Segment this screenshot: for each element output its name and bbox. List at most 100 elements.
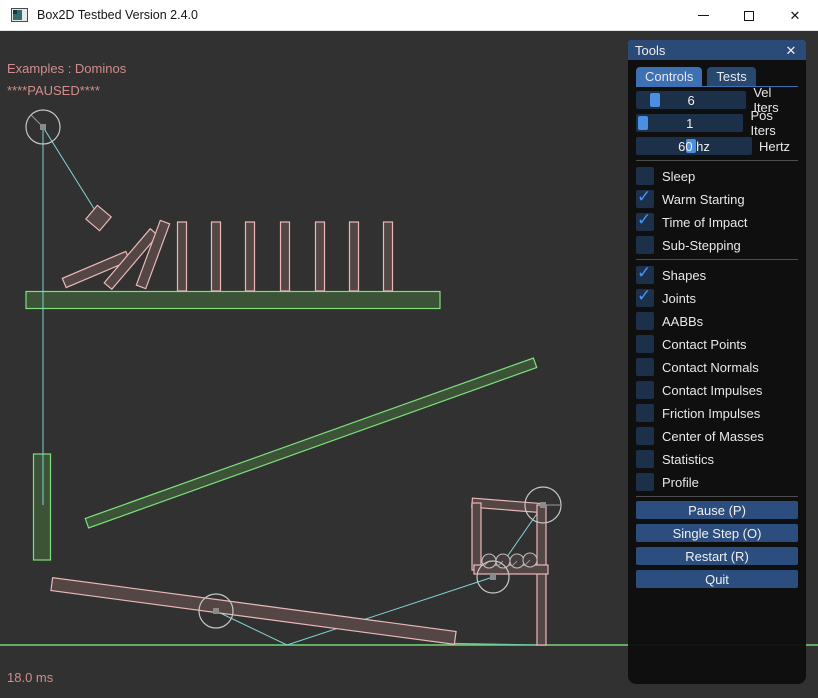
pos-iters-slider[interactable]: 1 [636,114,743,132]
checkbox-label: Statistics [662,452,714,467]
cradle-frame[interactable] [472,498,548,645]
checkbox-box[interactable]: ✓ [636,236,654,254]
single-step-button[interactable]: Single Step (O) [636,524,798,542]
checkbox-warm-starting[interactable]: ✓ Warm Starting [636,190,798,208]
slider-row-hertz: 60 hz Hertz [636,137,798,155]
close-button[interactable]: ✕ [772,0,818,31]
checkbox-box[interactable]: ✓ [636,404,654,422]
checkbox-box[interactable]: ✓ [636,335,654,353]
checkbox-box[interactable]: ✓ [636,213,654,231]
checkbox-profile[interactable]: ✓ Profile [636,473,798,491]
upright-domino[interactable] [246,222,255,291]
checkbox-time-of-impact[interactable]: ✓ Time of Impact [636,213,798,231]
tools-panel-body: Controls Tests 6 Vel Iters 1 Pos Iters [628,60,806,588]
window-titlebar[interactable]: Box2D Testbed Version 2.4.0 ✕ [0,0,818,31]
upright-domino[interactable] [316,222,325,291]
slider-label: Hertz [759,139,790,154]
window-controls: ✕ [680,0,818,31]
joint-line [43,127,98,215]
checkbox-label: Contact Impulses [662,383,762,398]
tools-panel: Tools ✕ Controls Tests 6 Vel Iters 1 [628,40,806,684]
checkbox-box[interactable]: ✓ [636,381,654,399]
upright-domino[interactable] [384,222,393,291]
upright-domino[interactable] [350,222,359,291]
vertical-green-block[interactable] [34,454,51,560]
app-icon [11,8,28,22]
slider-value: 1 [636,116,743,131]
checkbox-center-of-masses[interactable]: ✓ Center of Masses [636,427,798,445]
checkbox-contact-impulses[interactable]: ✓ Contact Impulses [636,381,798,399]
checkbox-box[interactable]: ✓ [636,266,654,284]
tab-tests[interactable]: Tests [707,67,755,86]
upright-domino[interactable] [281,222,290,291]
checkbox-aabbs[interactable]: ✓ AABBs [636,312,798,330]
checkbox-label: Contact Points [662,337,747,352]
checkbox-label: Sleep [662,169,695,184]
joint-anchor [540,502,546,508]
check-icon: ✓ [637,187,651,207]
domino-platform[interactable] [26,292,440,309]
hertz-slider[interactable]: 60 hz [636,137,752,155]
checkbox-box[interactable]: ✓ [636,312,654,330]
slider-row-pos-iters: 1 Pos Iters [636,114,798,132]
checkbox-label: Shapes [662,268,706,283]
quit-button[interactable]: Quit [636,570,798,588]
checkbox-contact-normals[interactable]: ✓ Contact Normals [636,358,798,376]
maximize-icon [744,11,754,21]
separator [636,496,798,497]
upright-domino[interactable] [178,222,187,291]
close-icon: ✕ [790,9,801,22]
check-icon: ✓ [637,210,651,230]
checkbox-label: Sub-Stepping [662,238,741,253]
checkbox-friction-impulses[interactable]: ✓ Friction Impulses [636,404,798,422]
maximize-button[interactable] [726,0,772,31]
pendulum-box[interactable] [86,205,111,230]
example-label: Examples : Dominos [7,61,126,76]
checkbox-label: Contact Normals [662,360,759,375]
minimize-button[interactable] [680,0,726,31]
checkbox-sleep[interactable]: ✓ Sleep [636,167,798,185]
checkbox-box[interactable]: ✓ [636,427,654,445]
pause-button[interactable]: Pause (P) [636,501,798,519]
long-green-ramp[interactable] [85,358,537,528]
upright-domino[interactable] [212,222,221,291]
checkbox-box[interactable]: ✓ [636,289,654,307]
slider-label: Pos Iters [750,108,798,138]
checkbox-box[interactable]: ✓ [636,358,654,376]
vel-iters-slider[interactable]: 6 [636,91,746,109]
checkbox-label: Center of Masses [662,429,764,444]
window-title: Box2D Testbed Version 2.4.0 [37,8,198,22]
restart-button[interactable]: Restart (R) [636,547,798,565]
checkbox-label: Friction Impulses [662,406,760,421]
checkbox-sub-stepping[interactable]: ✓ Sub-Stepping [636,236,798,254]
checkbox-label: Profile [662,475,699,490]
checkbox-label: Warm Starting [662,192,745,207]
checkbox-box[interactable]: ✓ [636,450,654,468]
panel-close-button[interactable]: ✕ [783,44,799,57]
separator [636,259,798,260]
check-icon: ✓ [637,263,651,283]
app-window: Box2D Testbed Version 2.4.0 ✕ [0,0,818,698]
tools-panel-titlebar[interactable]: Tools ✕ [628,40,806,60]
checkbox-box[interactable]: ✓ [636,167,654,185]
checkbox-box[interactable]: ✓ [636,190,654,208]
checkbox-shapes[interactable]: ✓ Shapes [636,266,798,284]
slider-value: 60 hz [636,139,752,154]
minimize-icon [698,15,709,16]
joint-anchor [40,124,46,130]
slider-value: 6 [636,93,746,108]
checkbox-contact-points[interactable]: ✓ Contact Points [636,335,798,353]
paused-label: ****PAUSED**** [7,83,100,98]
check-icon: ✓ [637,286,651,306]
separator [636,160,798,161]
slider-row-vel-iters: 6 Vel Iters [636,91,798,109]
checkbox-label: Time of Impact [662,215,747,230]
checkbox-statistics[interactable]: ✓ Statistics [636,450,798,468]
checkbox-joints[interactable]: ✓ Joints [636,289,798,307]
seesaw-plank[interactable] [51,578,456,645]
tab-controls[interactable]: Controls [636,67,702,86]
checkbox-label: Joints [662,291,696,306]
joint-anchor [490,574,496,580]
checkbox-box[interactable]: ✓ [636,473,654,491]
tab-bar: Controls Tests [636,67,798,87]
